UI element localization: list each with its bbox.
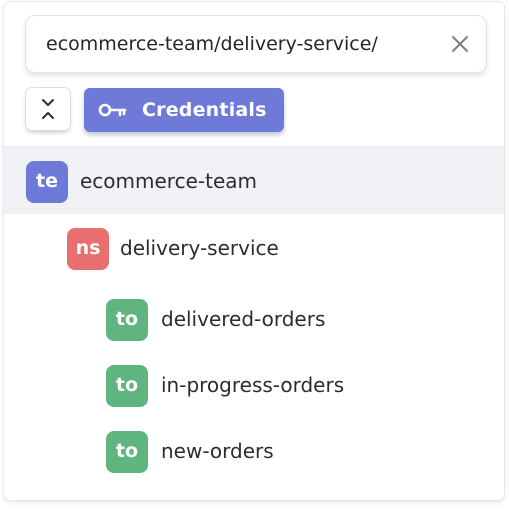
credentials-button[interactable]: Credentials <box>84 88 284 132</box>
topic-badge: to <box>106 299 148 341</box>
team-badge: te <box>26 161 68 203</box>
credentials-label: Credentials <box>142 99 267 121</box>
tree-node-topic[interactable]: to in-progress-orders <box>4 351 504 419</box>
namespace-label: delivery-service <box>120 236 279 260</box>
namespace-badge: ns <box>67 228 109 270</box>
collapse-all-button[interactable] <box>26 88 70 130</box>
tree-node-topic[interactable]: to new-orders <box>4 417 504 485</box>
close-icon[interactable] <box>448 32 472 56</box>
key-icon <box>98 100 128 124</box>
tree-node-topic[interactable]: to delivered-orders <box>4 285 504 353</box>
tree-node-namespace[interactable]: ns delivery-service <box>4 214 504 282</box>
topic-badge: to <box>106 365 148 407</box>
team-label: ecommerce-team <box>80 169 257 193</box>
topic-label: delivered-orders <box>161 307 326 331</box>
topic-browser-panel: Credentials te ecommerce-team ns deliver… <box>4 2 504 500</box>
topic-badge: to <box>106 431 148 473</box>
search-box <box>26 16 486 72</box>
topic-label: in-progress-orders <box>161 373 345 397</box>
search-input[interactable] <box>46 16 436 72</box>
topic-label: new-orders <box>161 439 274 463</box>
tree-node-team[interactable]: te ecommerce-team <box>4 146 504 214</box>
